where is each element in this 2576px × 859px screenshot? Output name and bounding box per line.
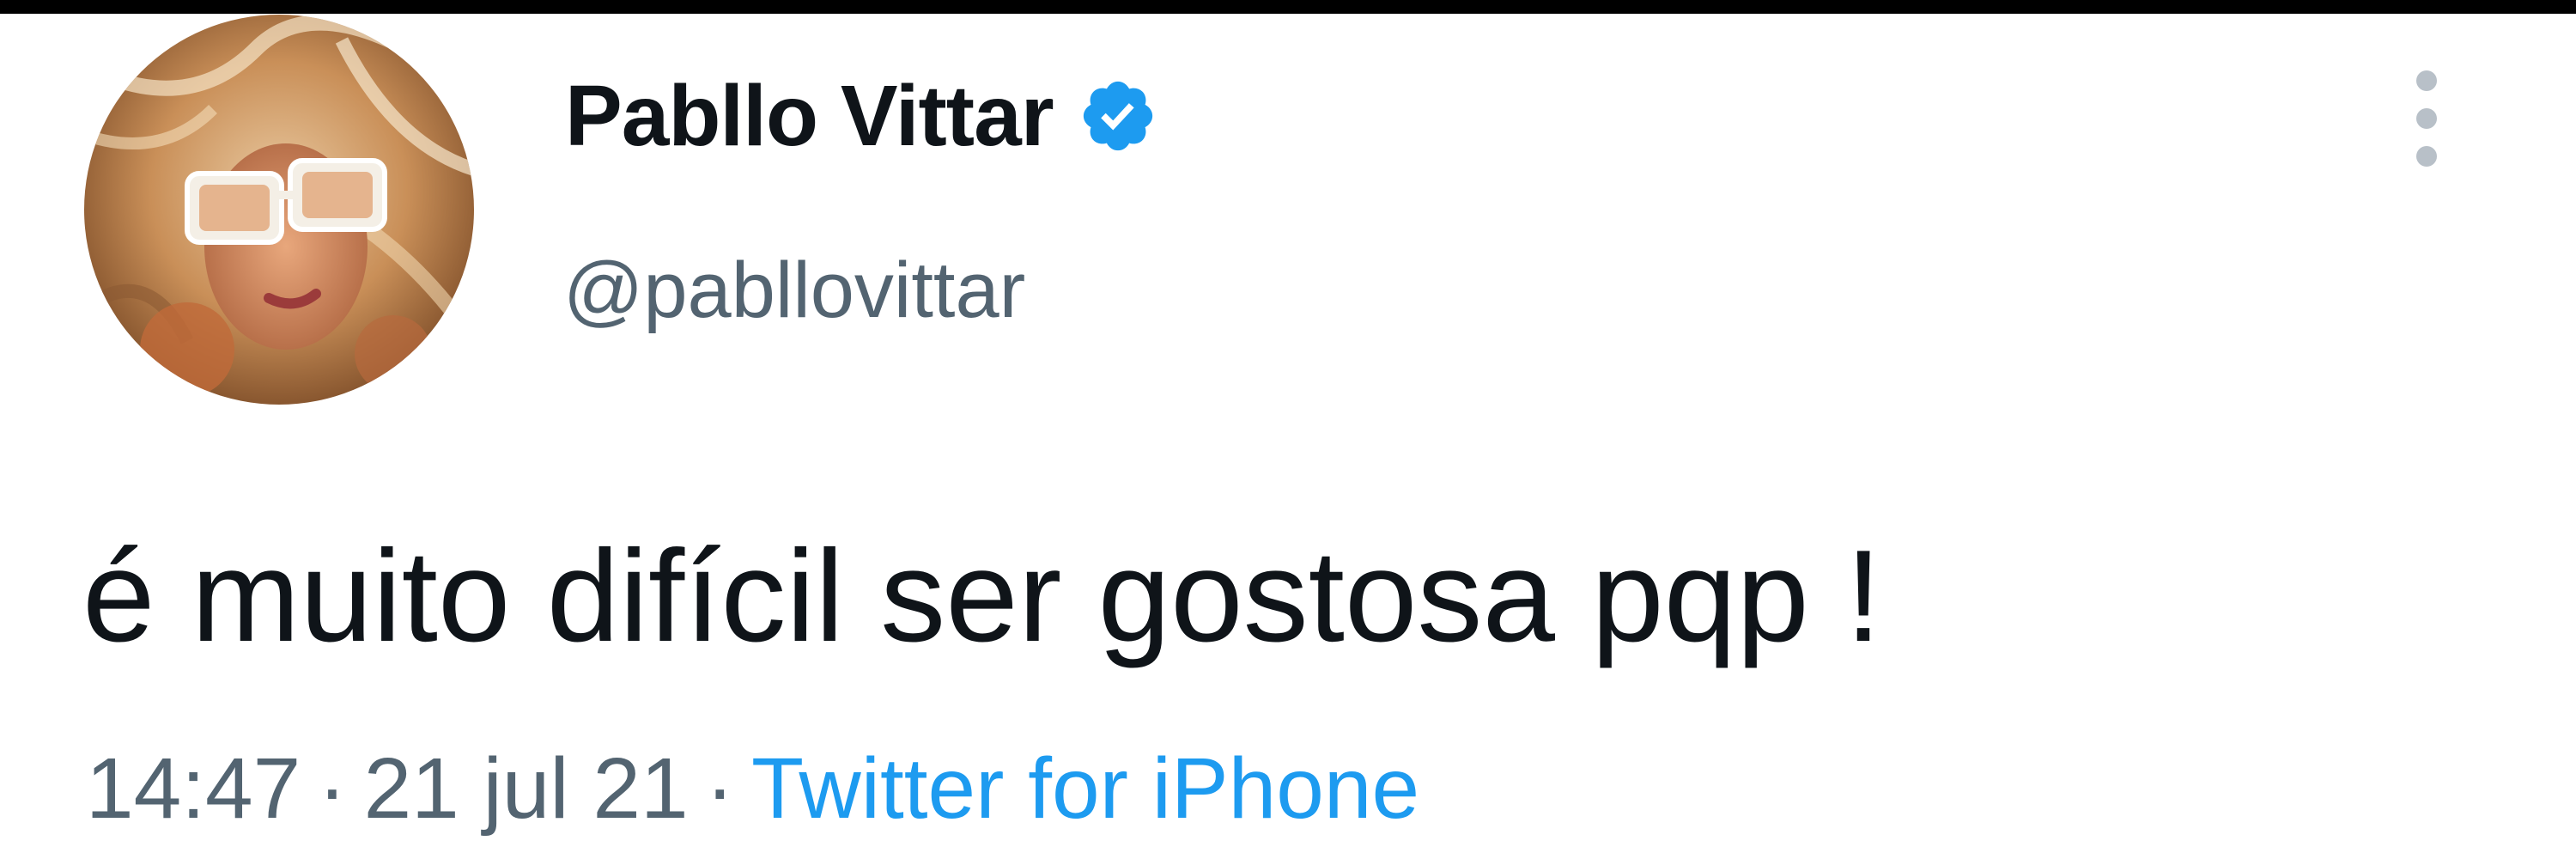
tweet-card: Pabllo Vittar @pabllovittar é muito difí…: [0, 0, 2576, 859]
author-handle[interactable]: @pabllovittar: [563, 246, 1025, 336]
tweet-source-link[interactable]: Twitter for iPhone: [751, 740, 1419, 837]
status-bar-edge: [0, 0, 2576, 14]
avatar[interactable]: [84, 15, 474, 405]
verified-check-badge-icon: [1078, 76, 1158, 156]
more-options-button[interactable]: [2392, 69, 2461, 172]
avatar-image: [84, 15, 474, 405]
display-name[interactable]: Pabllo Vittar: [565, 67, 1054, 166]
tweet-meta: 14:47 · 21 jul 21 · Twitter for iPhone: [86, 746, 1419, 832]
vertical-ellipsis-icon: [2416, 70, 2437, 167]
author-name-row[interactable]: Pabllo Vittar: [565, 60, 1158, 172]
meta-separator: ·: [318, 740, 347, 837]
tweet-date[interactable]: 21 jul 21: [364, 740, 689, 837]
tweet-time[interactable]: 14:47: [86, 740, 301, 837]
meta-separator: ·: [705, 740, 734, 837]
tweet-text: é muito difícil ser gostosa pqp !: [82, 523, 1882, 669]
